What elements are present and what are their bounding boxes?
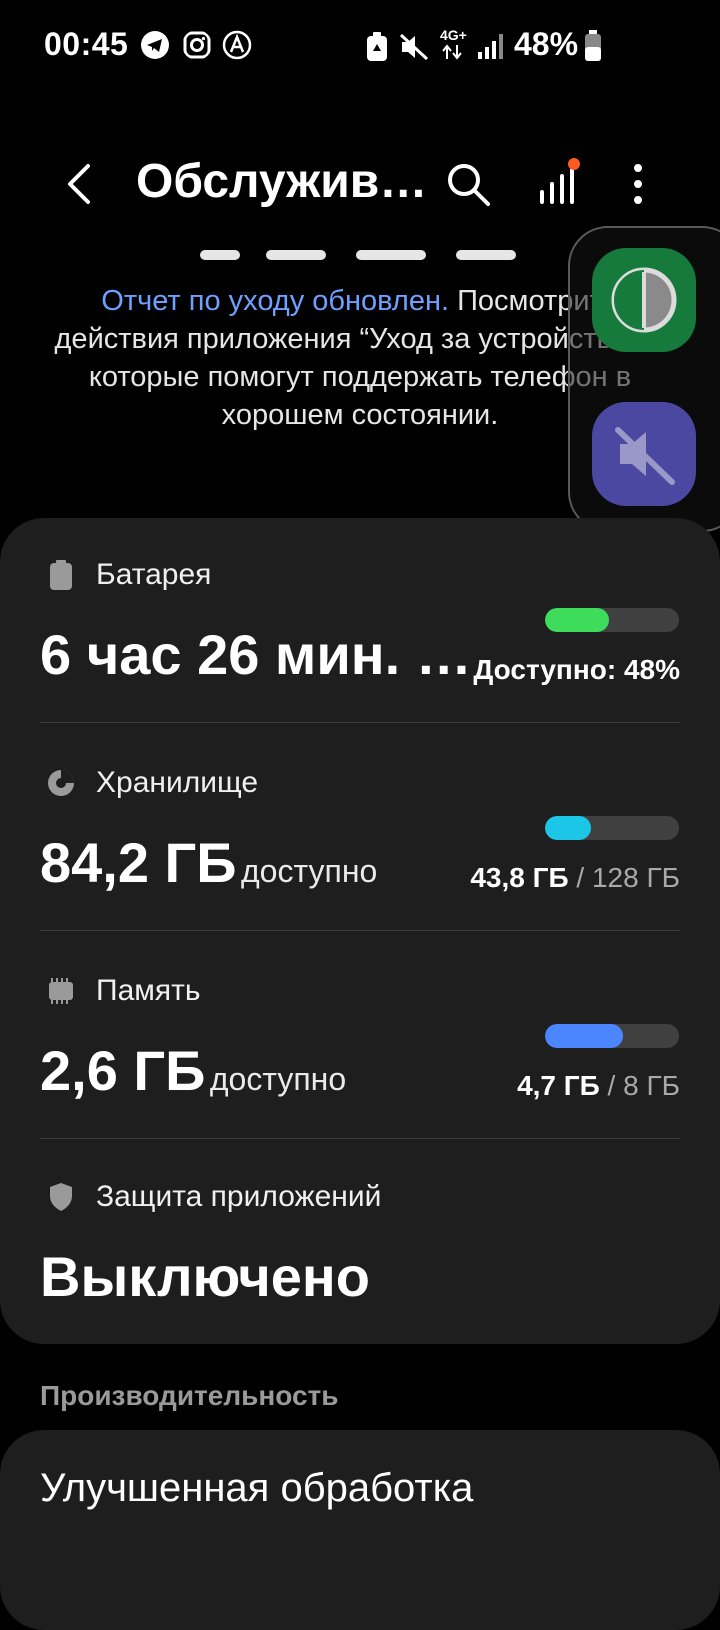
storage-separator: / xyxy=(568,862,592,893)
storage-usage: 43,8 ГБ / 128 ГБ xyxy=(380,862,680,894)
storage-level-fill xyxy=(545,816,591,840)
battery-icon xyxy=(50,560,72,590)
memory-used: 4,7 ГБ xyxy=(517,1070,600,1101)
battery-level-fill xyxy=(545,608,610,632)
page-title: Обслужив… xyxy=(136,155,426,208)
storage-total: 128 ГБ xyxy=(591,862,680,893)
memory-level-fill xyxy=(545,1024,623,1048)
memory-available-unit: доступно xyxy=(209,1061,347,1097)
storage-pie-icon xyxy=(48,770,74,796)
battery-row[interactable]: Батарея 6 час 26 мин. … Доступно: 48% xyxy=(0,540,720,724)
divider xyxy=(40,1138,680,1139)
storage-row[interactable]: Хранилище 84,2 ГБ доступно 43,8 ГБ / 128… xyxy=(0,748,720,932)
back-icon[interactable] xyxy=(60,160,100,208)
timer-icon xyxy=(611,267,677,333)
memory-label: Память xyxy=(96,974,201,1007)
memory-separator: / xyxy=(599,1070,624,1101)
performance-section-title: Производительность xyxy=(40,1380,339,1411)
enhanced-processing-item[interactable]: Улучшенная обработка xyxy=(40,1466,473,1511)
battery-saver-icon xyxy=(367,32,387,61)
battery-level-bar xyxy=(545,608,679,632)
app-a-icon xyxy=(222,30,252,60)
memory-available-value: 2,6 ГБ xyxy=(40,1039,206,1102)
app-protection-label: Защита приложений xyxy=(96,1180,382,1213)
network-4g-icon: 4G+ xyxy=(440,27,467,43)
memory-row[interactable]: Память 2,6 ГБ доступно 4,7 ГБ / 8 ГБ xyxy=(0,956,720,1140)
app-protection-row[interactable]: Защита приложений Выключено xyxy=(0,1162,720,1332)
memory-usage: 4,7 ГБ / 8 ГБ xyxy=(380,1070,680,1102)
storage-level-bar xyxy=(545,816,679,840)
status-time: 00:45 xyxy=(44,26,129,62)
memory-level-bar xyxy=(545,1024,679,1048)
memory-chip-icon xyxy=(49,978,73,1004)
divider xyxy=(40,930,680,931)
scrolled-text-remnant xyxy=(200,250,516,260)
mute-icon xyxy=(399,33,429,61)
search-icon[interactable] xyxy=(444,160,492,208)
floating-timer-button[interactable] xyxy=(592,248,696,352)
memory-total: 8 ГБ xyxy=(623,1070,680,1101)
mute-icon xyxy=(615,427,675,485)
status-bar: 00:45 4G+ 48% xyxy=(0,0,720,90)
floating-mute-button[interactable] xyxy=(592,402,696,506)
care-report-link[interactable]: Отчет по уходу обновлен. xyxy=(101,285,449,317)
signal-icon xyxy=(478,34,503,59)
battery-icon xyxy=(585,30,601,61)
battery-label: Батарея xyxy=(96,558,212,591)
storage-value-group: 84,2 ГБ доступно xyxy=(40,830,377,895)
instagram-icon xyxy=(183,31,211,59)
battery-available: Доступно: 48% xyxy=(473,654,680,685)
performance-card xyxy=(0,1430,720,1630)
storage-label: Хранилище xyxy=(96,766,258,799)
storage-available-unit: доступно xyxy=(241,853,378,889)
more-icon[interactable] xyxy=(620,160,656,208)
shield-icon xyxy=(50,1183,72,1211)
signal-bars-icon[interactable] xyxy=(534,158,584,208)
divider xyxy=(40,722,680,723)
app-protection-status: Выключено xyxy=(40,1245,370,1308)
storage-available-value: 84,2 ГБ xyxy=(40,831,237,894)
data-arrows-icon xyxy=(442,44,462,60)
memory-value-group: 2,6 ГБ доступно xyxy=(40,1038,346,1103)
battery-percent: 48% xyxy=(514,26,579,62)
storage-used: 43,8 ГБ xyxy=(470,862,569,893)
telegram-icon xyxy=(141,31,169,59)
notification-badge xyxy=(568,158,580,170)
